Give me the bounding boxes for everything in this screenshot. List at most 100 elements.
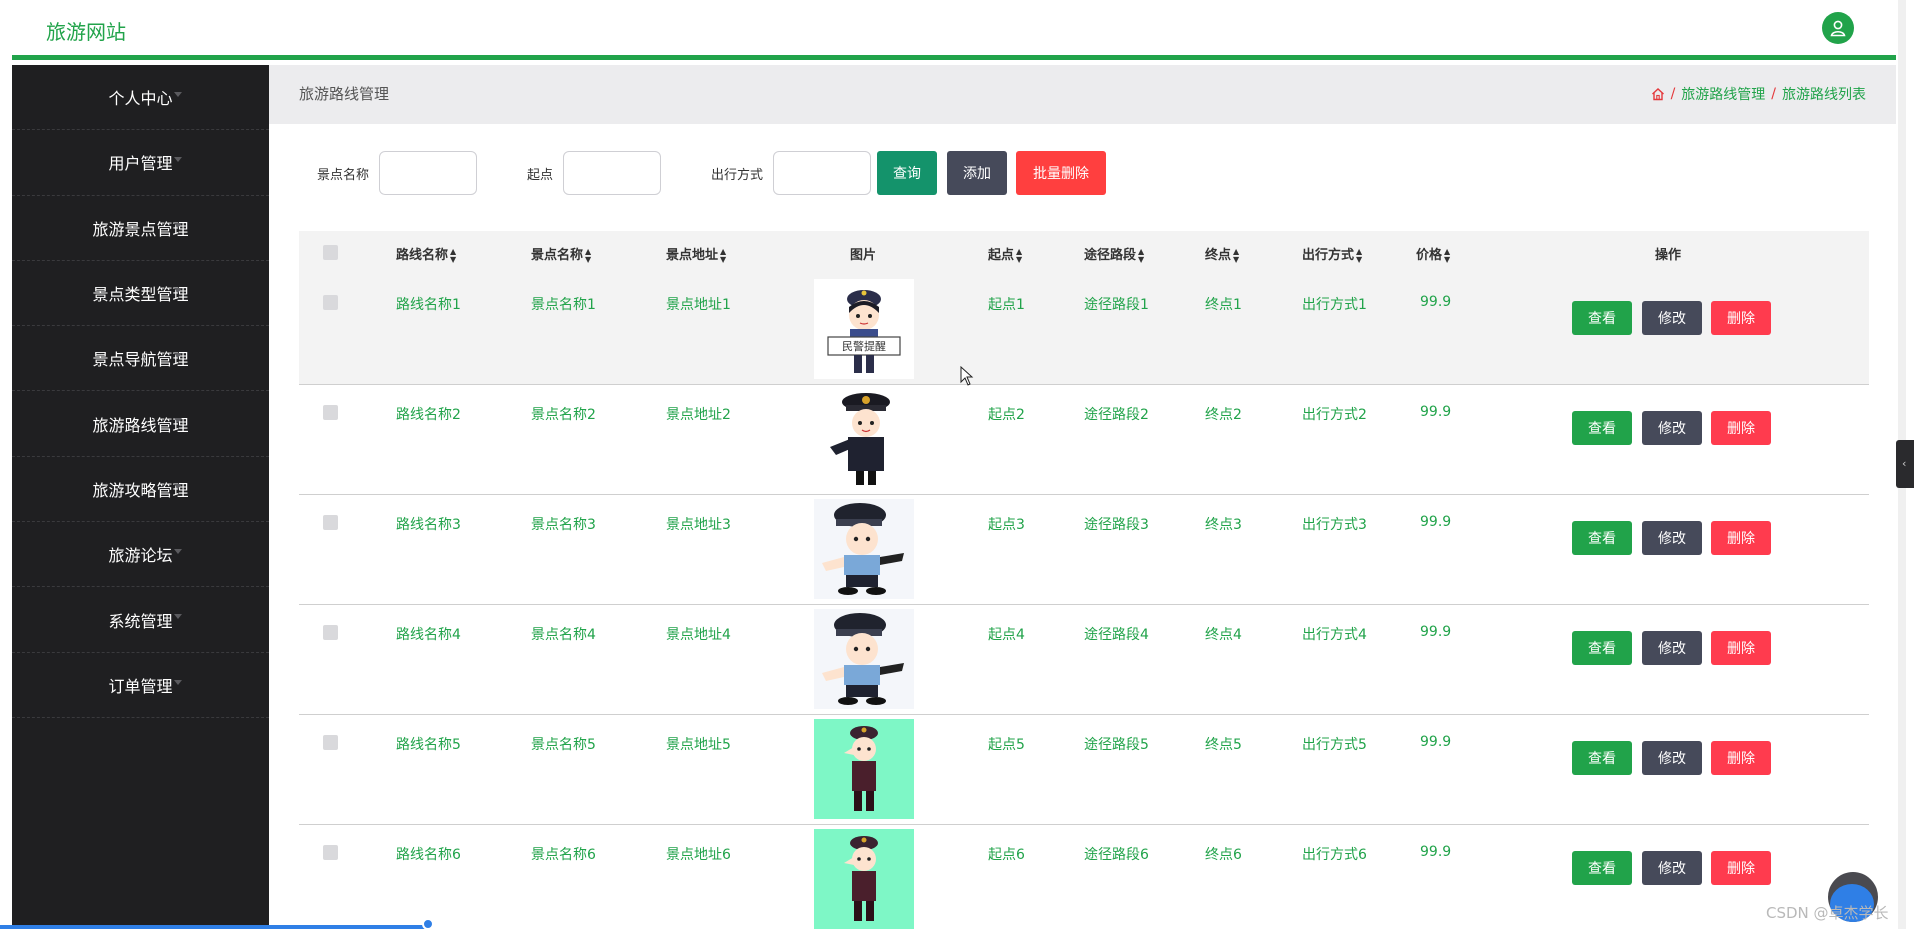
watermark: CSDN @卓杰学长 — [1766, 904, 1889, 922]
cell-waypoint: 途径路段5 — [1084, 737, 1149, 753]
site-brand[interactable]: 旅游网站 — [46, 16, 126, 45]
cell-waypoint: 途径路段6 — [1084, 847, 1149, 863]
sidebar-item-guide-management[interactable]: 旅游攻略管理 — [12, 457, 269, 523]
cell-waypoint: 途径路段1 — [1084, 297, 1149, 313]
column-header-scenic-address[interactable]: 景点地址 ▲ ▼ — [666, 244, 726, 264]
route-image[interactable] — [814, 719, 914, 819]
cell-route-name: 路线名称3 — [396, 517, 461, 533]
cell-scenic-address: 景点地址4 — [666, 627, 731, 643]
caret-down-icon — [174, 418, 182, 424]
route-image[interactable] — [814, 389, 914, 489]
view-button[interactable]: 查看 — [1572, 631, 1632, 665]
query-button[interactable]: 查询 — [877, 151, 938, 195]
sidebar-item-system-management[interactable]: 系统管理 — [12, 587, 269, 653]
route-image[interactable] — [814, 609, 914, 709]
cell-scenic-name: 景点名称2 — [531, 407, 596, 423]
caret-down-icon — [174, 157, 182, 163]
cell-price: 99.9 — [1420, 624, 1452, 640]
delete-button[interactable]: 删除 — [1711, 741, 1771, 775]
edit-button[interactable]: 修改 — [1642, 521, 1702, 555]
sidebar-item-personal-center[interactable]: 个人中心 — [12, 65, 269, 131]
edit-button[interactable]: 修改 — [1642, 411, 1702, 445]
cell-price: 99.9 — [1420, 734, 1452, 750]
sidebar-item-scenic-spot-management[interactable]: 旅游景点管理 — [12, 196, 269, 261]
select-all-checkbox[interactable] — [323, 245, 338, 260]
route-image[interactable]: 民警提醒 — [814, 279, 914, 379]
cell-price: 99.9 — [1420, 844, 1452, 860]
sidebar-item-route-management[interactable]: 旅游路线管理 — [12, 391, 269, 457]
edit-button[interactable]: 修改 — [1642, 631, 1702, 665]
delete-button[interactable]: 删除 — [1711, 411, 1771, 445]
view-button[interactable]: 查看 — [1572, 851, 1632, 885]
row-checkbox[interactable] — [323, 405, 338, 420]
sidebar-item-label: 景点类型管理 — [92, 285, 189, 305]
column-header-start[interactable]: 起点 ▲ ▼ — [988, 244, 1022, 264]
scenic-name-input[interactable] — [379, 151, 478, 195]
delete-button[interactable]: 删除 — [1711, 851, 1771, 885]
route-image[interactable] — [814, 499, 914, 599]
delete-button[interactable]: 删除 — [1711, 521, 1771, 555]
add-button[interactable]: 添加 — [947, 151, 1008, 195]
column-header-end[interactable]: 终点 ▲ ▼ — [1205, 244, 1239, 264]
cell-scenic-address: 景点地址2 — [666, 407, 731, 423]
sidebar-item-label: 旅游路线管理 — [92, 415, 189, 435]
view-button[interactable]: 查看 — [1572, 301, 1632, 335]
row-checkbox[interactable] — [323, 845, 338, 860]
breadcrumb-separator: / — [1771, 86, 1776, 102]
cell-scenic-name: 景点名称6 — [531, 847, 596, 863]
route-image[interactable] — [814, 829, 914, 929]
caret-down-icon — [174, 222, 182, 228]
cell-start: 起点5 — [988, 737, 1025, 753]
view-button[interactable]: 查看 — [1572, 411, 1632, 445]
cell-travel-mode: 出行方式1 — [1302, 297, 1367, 313]
row-checkbox[interactable] — [323, 735, 338, 750]
cell-start: 起点1 — [988, 297, 1025, 313]
column-header-price[interactable]: 价格 ▲ ▼ — [1416, 244, 1450, 264]
breadcrumb-link-route-management[interactable]: 旅游路线管理 — [1681, 84, 1765, 104]
mouse-cursor-icon — [960, 366, 974, 386]
user-menu-button[interactable] — [1822, 12, 1854, 44]
caret-down-icon — [174, 483, 182, 489]
bulk-delete-button[interactable]: 批量删除 — [1016, 151, 1107, 195]
column-header-waypoint[interactable]: 途径路段 ▲ ▼ — [1084, 244, 1144, 264]
column-header-image: 图片 — [850, 248, 877, 263]
row-checkbox[interactable] — [323, 295, 338, 310]
travel-mode-input[interactable] — [773, 151, 872, 195]
table-row: 路线名称2 景点名称2 景点地址2 起点2 途径路段2 终点2 出行方式2 99… — [299, 385, 1869, 495]
delete-button[interactable]: 删除 — [1711, 301, 1771, 335]
cell-route-name: 路线名称2 — [396, 407, 461, 423]
cell-start: 起点3 — [988, 517, 1025, 533]
cell-waypoint: 途径路段2 — [1084, 407, 1149, 423]
cell-scenic-name: 景点名称1 — [531, 297, 596, 313]
sidebar-item-user-management[interactable]: 用户管理 — [12, 130, 269, 196]
cell-end: 终点2 — [1205, 407, 1242, 423]
row-checkbox[interactable] — [323, 515, 338, 530]
view-button[interactable]: 查看 — [1572, 741, 1632, 775]
sidebar-item-spot-navigation-management[interactable]: 景点导航管理 — [12, 326, 269, 392]
page-title: 旅游路线管理 — [299, 85, 390, 103]
sidebar-item-travel-forum[interactable]: 旅游论坛 — [12, 522, 269, 588]
home-icon[interactable] — [1651, 87, 1665, 101]
delete-button[interactable]: 删除 — [1711, 631, 1771, 665]
start-input[interactable] — [563, 151, 662, 195]
collapse-panel-tab[interactable]: ‹ — [1896, 440, 1914, 488]
row-checkbox[interactable] — [323, 625, 338, 640]
cell-route-name: 路线名称4 — [396, 627, 461, 643]
sidebar-item-label: 景点导航管理 — [92, 350, 189, 370]
edit-button[interactable]: 修改 — [1642, 851, 1702, 885]
column-header-travel-mode[interactable]: 出行方式 ▲ ▼ — [1302, 244, 1362, 264]
column-header-route-name[interactable]: 路线名称 ▲ ▼ — [396, 244, 456, 264]
sidebar-item-spot-type-management[interactable]: 景点类型管理 — [12, 261, 269, 327]
view-button[interactable]: 查看 — [1572, 521, 1632, 555]
edit-button[interactable]: 修改 — [1642, 741, 1702, 775]
caret-down-icon — [174, 287, 182, 293]
progress-handle[interactable] — [422, 918, 434, 929]
sort-icon: ▲ ▼ — [720, 246, 727, 264]
sidebar-item-order-management[interactable]: 订单管理 — [12, 653, 269, 718]
police-cartoon-image — [814, 499, 914, 599]
cell-travel-mode: 出行方式2 — [1302, 407, 1367, 423]
edit-button[interactable]: 修改 — [1642, 301, 1702, 335]
table-row: 路线名称4 景点名称4 景点地址4 起点4 途径路段4 终点4 出行方式4 99… — [299, 605, 1869, 715]
column-header-scenic-name[interactable]: 景点名称 ▲ ▼ — [531, 244, 591, 264]
user-icon — [1830, 20, 1846, 37]
